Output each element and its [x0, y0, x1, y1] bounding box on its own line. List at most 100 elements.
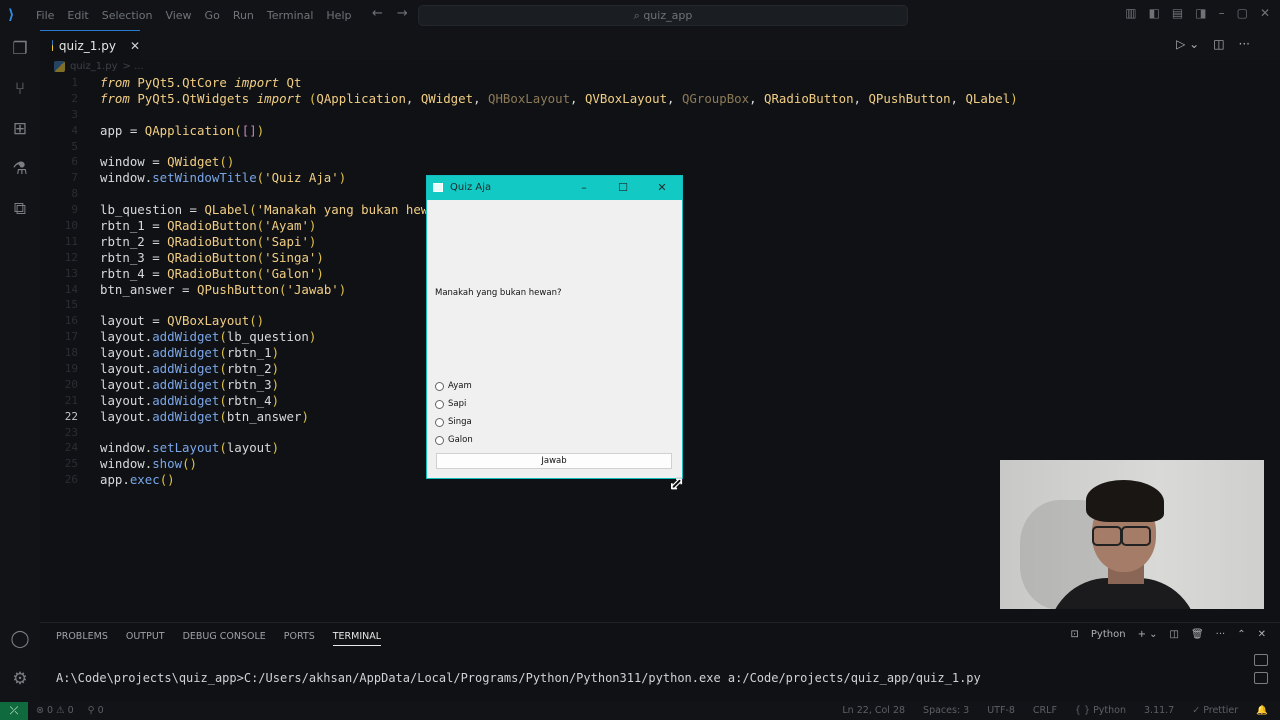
source-control-icon[interactable]: ⑂ [9, 78, 31, 100]
more-actions-icon[interactable]: ··· [1239, 37, 1250, 51]
radio-galon[interactable]: Galon [435, 435, 473, 445]
breadcrumb-more[interactable]: > ... [123, 61, 144, 72]
radio-circle[interactable] [435, 417, 444, 427]
settings-gear-icon[interactable]: ⚙ [9, 668, 31, 690]
remote-explorer-icon[interactable]: ⧉ [9, 198, 31, 220]
app-window-icon [433, 183, 443, 192]
terminal-instance-icon[interactable] [1254, 654, 1268, 666]
python-file-icon [54, 61, 65, 72]
explorer-icon[interactable]: ❐ [9, 38, 31, 60]
menu-terminal[interactable]: Terminal [267, 9, 314, 22]
glasses-right [1121, 526, 1151, 546]
testing-icon[interactable]: ⚗ [9, 158, 31, 180]
radio-sapi[interactable]: Sapi [435, 399, 466, 409]
formatter[interactable]: ✓ Prettier [1192, 705, 1238, 716]
code-text: lb_question = QLabel('Manakah yang bukan… [100, 202, 444, 218]
code-line: 5 [40, 139, 1280, 155]
line-number: 18 [64, 346, 78, 360]
panel-tabs: PROBLEMS OUTPUT DEBUG CONSOLE PORTS TERM… [56, 631, 382, 646]
indentation[interactable]: Spaces: 3 [923, 705, 969, 716]
layout-left-icon[interactable]: ◧ [1149, 6, 1160, 20]
line-number: 16 [64, 314, 78, 328]
code-text: layout.addWidget(rbtn_1) [100, 345, 280, 361]
more-icon[interactable]: ··· [1216, 629, 1226, 640]
line-number: 2 [71, 91, 78, 105]
problems-status[interactable]: ⊗ 0 ⚠ 0 [36, 705, 74, 716]
close-icon[interactable]: ✕ [653, 179, 671, 197]
python-version[interactable]: 3.11.7 [1144, 705, 1174, 716]
line-number: 11 [64, 234, 78, 248]
ports-status[interactable]: ⚲ 0 [88, 705, 104, 716]
trash-icon[interactable]: 🗑 [1191, 629, 1204, 640]
code-text: rbtn_2 = QRadioButton('Sapi') [100, 233, 317, 249]
close-panel-icon[interactable]: ✕ [1258, 629, 1266, 640]
navigation: ← → [372, 6, 408, 21]
menu-edit[interactable]: Edit [67, 9, 88, 22]
bottom-panel: PROBLEMS OUTPUT DEBUG CONSOLE PORTS TERM… [40, 622, 1280, 703]
extensions-icon[interactable]: ⊞ [9, 118, 31, 140]
notifications-icon[interactable]: 🔔 [1256, 705, 1268, 716]
tab-terminal[interactable]: TERMINAL [332, 631, 382, 646]
menu-file[interactable]: File [36, 9, 54, 22]
close-icon[interactable]: ✕ [1260, 6, 1270, 20]
forward-arrow-icon[interactable]: → [397, 6, 408, 21]
tab-output[interactable]: OUTPUT [126, 631, 165, 646]
back-arrow-icon[interactable]: ← [372, 6, 383, 21]
answer-button[interactable]: Jawab [436, 453, 672, 469]
language-mode[interactable]: { } Python [1075, 705, 1126, 716]
maximize-panel-icon[interactable]: ⌃ [1237, 629, 1245, 640]
minimize-icon[interactable]: – [1219, 6, 1225, 20]
menu-help[interactable]: Help [326, 9, 351, 22]
radio-circle[interactable] [435, 399, 444, 409]
radio-circle[interactable] [435, 435, 444, 445]
tab-quiz-1-py[interactable]: quiz_1.py ✕ [40, 30, 140, 60]
line-ending[interactable]: CRLF [1033, 705, 1057, 716]
tab-ports[interactable]: PORTS [284, 631, 315, 646]
split-editor-icon[interactable]: ◫ [1213, 37, 1224, 51]
layout-sidebar-icon[interactable]: ▥ [1125, 6, 1136, 20]
menu-selection[interactable]: Selection [102, 9, 153, 22]
window-controls: ▥ ◧ ▤ ◨ – ▢ ✕ [1125, 6, 1270, 20]
code-text: btn_answer = QPushButton('Jawab') [100, 281, 347, 297]
line-number: 22 [64, 409, 78, 423]
code-text: layout.addWidget(lb_question) [100, 329, 317, 345]
cursor-position[interactable]: Ln 22, Col 28 [842, 705, 905, 716]
layout-panel-icon[interactable]: ▤ [1172, 6, 1183, 20]
line-number: 21 [64, 393, 78, 407]
line-number: 17 [64, 330, 78, 344]
code-text: app = QApplication([]) [100, 122, 265, 138]
minimize-icon[interactable]: – [575, 179, 593, 197]
terminal-shell-label[interactable]: Python [1091, 629, 1126, 640]
close-tab-icon[interactable]: ✕ [130, 39, 140, 53]
encoding[interactable]: UTF-8 [987, 705, 1015, 716]
terminal-instance-icon[interactable] [1254, 672, 1268, 684]
radio-circle[interactable] [435, 381, 444, 391]
run-icon[interactable]: ▷ ⌄ [1176, 37, 1199, 51]
tab-problems[interactable]: PROBLEMS [56, 631, 108, 646]
account-icon[interactable]: ◯ [9, 628, 31, 650]
line-number: 24 [64, 441, 78, 455]
maximize-icon[interactable]: ▢ [1237, 6, 1248, 20]
terminal-output[interactable]: A:\Code\projects\quiz_app>C:/Users/akhsa… [56, 671, 981, 685]
command-search[interactable]: ⌕ quiz_app [418, 5, 908, 26]
new-terminal-icon[interactable]: + ⌄ [1138, 629, 1158, 640]
radio-ayam[interactable]: Ayam [435, 381, 472, 391]
code-line: 4 app = QApplication([]) [40, 123, 1280, 139]
quiz-title-bar[interactable]: Quiz Aja – ☐ ✕ [427, 176, 682, 200]
layout-right-icon[interactable]: ◨ [1195, 6, 1206, 20]
menu-view[interactable]: View [165, 9, 191, 22]
menu-go[interactable]: Go [205, 9, 220, 22]
breadcrumb-file[interactable]: quiz_1.py [70, 61, 118, 72]
code-line: 6 window = QWidget() [40, 154, 1280, 170]
line-number: 5 [71, 139, 78, 153]
radio-singa[interactable]: Singa [435, 417, 472, 427]
line-number: 19 [64, 362, 78, 376]
menu-run[interactable]: Run [233, 9, 254, 22]
remote-indicator-icon[interactable]: ⤫ [0, 702, 28, 720]
tab-debug-console[interactable]: DEBUG CONSOLE [183, 631, 266, 646]
split-terminal-icon[interactable]: ◫ [1170, 629, 1179, 640]
line-number: 23 [64, 425, 78, 439]
presenter-hair [1086, 480, 1164, 522]
line-number: 12 [64, 250, 78, 264]
maximize-icon[interactable]: ☐ [614, 179, 632, 197]
